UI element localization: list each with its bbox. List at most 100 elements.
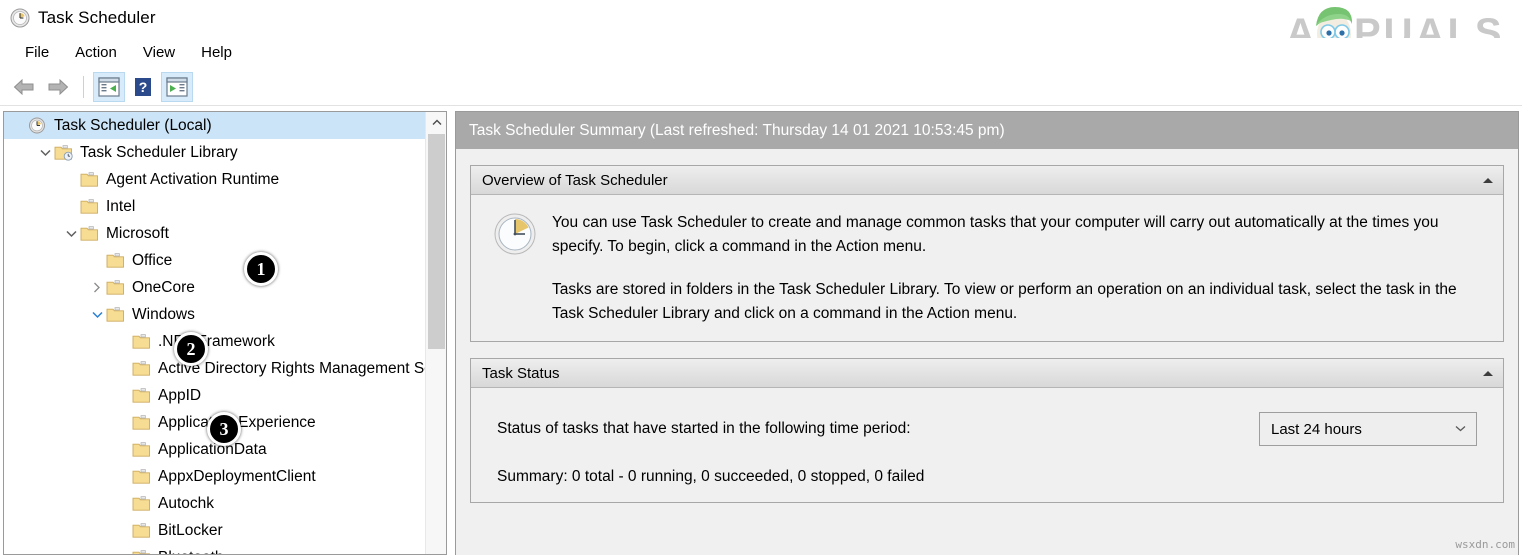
toolbar-separator (83, 75, 84, 98)
tree-item[interactable]: Task Scheduler Library (4, 139, 427, 166)
clock-icon (494, 213, 536, 255)
tree-item-label: Task Scheduler (Local) (54, 116, 212, 134)
forward-button[interactable] (42, 72, 74, 102)
folder-icon (132, 334, 150, 349)
window-title: Task Scheduler (38, 8, 156, 27)
folder-icon (132, 550, 150, 554)
folder-icon (106, 280, 124, 295)
overview-section-body: You can use Task Scheduler to create and… (471, 195, 1503, 342)
overview-text-block: You can use Task Scheduler to create and… (552, 211, 1485, 325)
library-folder-icon (54, 145, 73, 161)
clock-icon (10, 8, 30, 28)
menu-view[interactable]: View (130, 41, 188, 64)
right-arrow-icon (48, 78, 69, 95)
help-button[interactable]: ? (127, 72, 159, 102)
show-hide-action-pane-button[interactable] (161, 71, 193, 102)
svg-text:?: ? (139, 79, 148, 95)
console-tree-pane: Task Scheduler (Local) Task Scheduler Lib… (3, 111, 447, 555)
overview-paragraph-1: You can use Task Scheduler to create and… (552, 214, 1439, 255)
tree-item[interactable]: Autochk (4, 490, 427, 517)
scroll-up-button[interactable] (426, 112, 446, 133)
toolbar: ? (0, 68, 1522, 106)
tree-item[interactable]: BitLocker (4, 517, 427, 544)
summary-pane: Task Scheduler Summary (Last refreshed: … (455, 111, 1519, 555)
tree-item[interactable]: AppxDeploymentClient (4, 463, 427, 490)
folder-icon (132, 496, 150, 511)
tree-item-label: Intel (106, 197, 136, 215)
tree-item[interactable]: Bluetooth (4, 544, 427, 554)
tree-item[interactable]: OneCore (4, 274, 427, 301)
folder-icon (132, 469, 150, 484)
chevron-up-icon[interactable] (1483, 370, 1493, 376)
chevron-down-icon (1455, 423, 1466, 435)
summary-pane-header: Task Scheduler Summary (Last refreshed: … (456, 112, 1518, 149)
folder-icon (132, 388, 150, 403)
tree-item-label: OneCore (132, 278, 195, 296)
folder-icon (132, 415, 150, 430)
task-status-section-header[interactable]: Task Status (471, 359, 1503, 389)
tree-item-label: Bluetooth (158, 549, 228, 555)
overview-section-header[interactable]: Overview of Task Scheduler (471, 166, 1503, 195)
task-status-section: Task Status Status of tasks that have st… (470, 358, 1504, 504)
chevron-down-icon[interactable] (88, 306, 106, 324)
chevron-up-icon (432, 119, 441, 125)
tree-item-label: Task Scheduler Library (80, 143, 238, 161)
main-content: Task Scheduler (Local) Task Scheduler Lib… (0, 107, 1522, 555)
task-status-summary: Summary: 0 total - 0 running, 0 succeede… (497, 468, 925, 486)
chevron-right-icon[interactable] (88, 279, 106, 297)
folder-icon (106, 253, 124, 268)
action-pane-icon (166, 76, 188, 97)
tree-item[interactable]: Intel (4, 193, 427, 220)
tree-item-label: Autochk (158, 494, 215, 512)
left-arrow-icon (13, 78, 34, 95)
chevron-up-icon[interactable] (1483, 177, 1493, 183)
tree-item[interactable]: Microsoft (4, 220, 427, 247)
task-status-period-row: Status of tasks that have started in the… (489, 404, 1485, 447)
menu-file[interactable]: File (12, 41, 62, 64)
task-status-section-title: Task Status (482, 364, 560, 382)
overview-section: Overview of Task Scheduler You can use T… (470, 165, 1504, 343)
title-bar: Task Scheduler (0, 0, 1522, 36)
tree-item-label: Microsoft (106, 224, 169, 242)
menu-action[interactable]: Action (62, 41, 130, 64)
chevron-down-icon[interactable] (36, 144, 54, 162)
annotation-badge-1: 1 (244, 252, 278, 286)
tree-item[interactable]: Agent Activation Runtime (4, 166, 427, 193)
menu-bar: File Action View Help (0, 38, 1522, 67)
folder-icon (132, 442, 150, 457)
folder-icon (80, 226, 98, 241)
time-period-dropdown[interactable]: Last 24 hours (1259, 412, 1477, 447)
time-period-value: Last 24 hours (1271, 420, 1362, 438)
question-mark-icon: ? (135, 77, 151, 96)
console-tree-icon (98, 76, 120, 97)
scrollbar-thumb[interactable] (428, 134, 445, 349)
folder-icon (106, 307, 124, 322)
tree-item[interactable]: Windows (4, 301, 427, 328)
tree-item[interactable]: Task Scheduler (Local) (4, 112, 427, 139)
back-button[interactable] (8, 72, 40, 102)
tree-scrollbar[interactable] (425, 112, 446, 554)
tree-item[interactable]: Active Directory Rights Management Servi… (4, 355, 427, 382)
tree-list: Task Scheduler (Local) Task Scheduler Lib… (4, 112, 427, 554)
menu-help[interactable]: Help (188, 41, 245, 64)
site-watermark: wsxdn.com (1455, 538, 1515, 551)
tree-item[interactable]: AppID (4, 382, 427, 409)
tree-item-label: Agent Activation Runtime (106, 170, 280, 188)
tree-item[interactable]: .NET Framework (4, 328, 427, 355)
task-status-section-body: Status of tasks that have started in the… (471, 388, 1503, 503)
clock-icon (29, 117, 45, 134)
tree-item-label: Windows (132, 305, 195, 323)
tree-item[interactable]: Office (4, 247, 427, 274)
show-hide-console-tree-button[interactable] (93, 71, 125, 102)
tree-item-label: AppID (158, 386, 202, 404)
tree-item-label: Office (132, 251, 173, 269)
overview-section-title: Overview of Task Scheduler (482, 171, 668, 189)
chevron-down-icon[interactable] (62, 225, 80, 243)
annotation-badge-3: 3 (207, 412, 241, 446)
folder-icon (80, 172, 98, 187)
folder-icon (132, 361, 150, 376)
task-scheduler-window: Task Scheduler A PUALS File Action View … (0, 0, 1522, 555)
annotation-badge-2: 2 (174, 332, 208, 366)
task-status-label: Status of tasks that have started in the… (497, 420, 911, 438)
folder-icon (132, 523, 150, 538)
